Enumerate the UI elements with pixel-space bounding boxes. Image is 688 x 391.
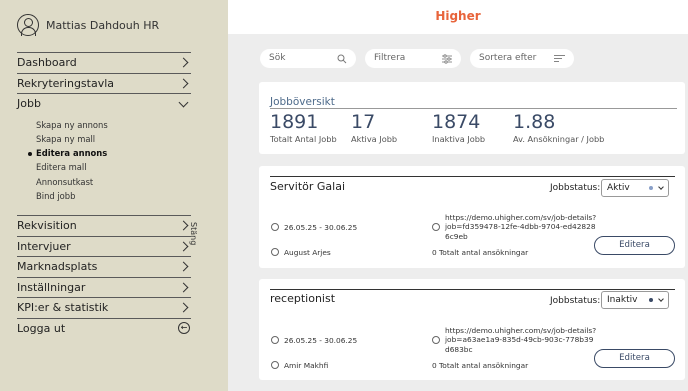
job-status-label: Jobbstatus: bbox=[550, 296, 601, 306]
search-input[interactable]: Sök bbox=[260, 49, 356, 68]
chevron-right-icon bbox=[178, 282, 189, 293]
sort-button[interactable]: Sortera efter bbox=[470, 49, 574, 68]
user-icon bbox=[271, 361, 279, 369]
job-title: receptionist bbox=[270, 292, 336, 305]
user-name: Mattias Dahdouh HR bbox=[46, 18, 160, 32]
edit-button[interactable]: Editera bbox=[594, 236, 675, 255]
stat-avg-applications: 1.88 Av. Ansökningar / Jobb bbox=[513, 111, 604, 144]
chevron-right-icon bbox=[178, 57, 189, 68]
user-avatar-icon bbox=[17, 14, 39, 36]
nav-logout-label: Logga ut bbox=[17, 321, 66, 335]
stat-inactive: 1874 Inaktiva Jobb bbox=[432, 111, 485, 144]
calendar-icon bbox=[271, 223, 279, 231]
link-icon bbox=[432, 223, 440, 231]
status-dot-icon bbox=[649, 186, 653, 190]
nav-rekvisition[interactable]: Rekvisition bbox=[17, 215, 191, 236]
link-icon bbox=[432, 336, 440, 344]
stat-inactive-label: Inaktiva Jobb bbox=[432, 134, 486, 144]
user-icon bbox=[271, 248, 279, 256]
stat-active: 17 Aktiva Jobb bbox=[351, 111, 397, 144]
chevron-right-icon bbox=[178, 261, 189, 272]
job-status-label: Jobbstatus: bbox=[550, 183, 601, 193]
stat-inactive-value: 1874 bbox=[432, 111, 481, 133]
nav-intervjuer-label: Intervjuer bbox=[17, 239, 71, 253]
job-applications: 0 Totalt antal ansökningar bbox=[432, 361, 529, 370]
chevron-right-icon bbox=[178, 302, 189, 313]
nav-dashboard[interactable]: Dashboard bbox=[17, 52, 191, 73]
chevron-down-icon bbox=[658, 184, 664, 190]
nav-rekryteringstavla-label: Rekryteringstavla bbox=[17, 76, 115, 90]
chevron-down-icon bbox=[658, 296, 664, 302]
sidebar-close-toggle[interactable]: Stäng bbox=[189, 222, 198, 245]
filter-label: Filtrera bbox=[374, 53, 406, 63]
job-status-value: Inaktiv bbox=[607, 295, 638, 305]
job-applications: 0 Totalt antal ansökningar bbox=[432, 248, 529, 257]
logout-arrow-icon: ← bbox=[178, 322, 190, 335]
jobb-submenu: Skapa ny annons Skapa ny mall Editera an… bbox=[17, 114, 191, 204]
job-title: Servitör Galai bbox=[270, 180, 346, 193]
nav-rekryteringstavla[interactable]: Rekryteringstavla bbox=[17, 72, 191, 94]
nav-installningar-label: Inställningar bbox=[17, 280, 86, 294]
job-url[interactable]: https://demo.uhigher.com/sv/job-details?… bbox=[445, 213, 597, 241]
nav-kpi-statistik[interactable]: KPI:er & statistik bbox=[17, 297, 191, 318]
nav-jobb-label: Jobb bbox=[17, 97, 41, 111]
nav-jobb[interactable]: Jobb bbox=[17, 93, 191, 114]
chevron-right-icon bbox=[178, 241, 189, 252]
calendar-icon bbox=[271, 336, 279, 344]
job-divider bbox=[270, 176, 675, 177]
overview-divider bbox=[270, 108, 677, 109]
job-owner: Amir Makhfi bbox=[284, 361, 329, 370]
filter-button[interactable]: Filtrera bbox=[365, 49, 461, 68]
stat-active-label: Aktiva Jobb bbox=[351, 134, 398, 144]
nav-rekvisition-label: Rekvisition bbox=[17, 219, 77, 233]
topbar: Higher bbox=[228, 0, 688, 34]
sub-editera-mall[interactable]: Editera mall bbox=[36, 160, 191, 174]
sort-icon bbox=[554, 55, 565, 62]
nav-kpi-statistik-label: KPI:er & statistik bbox=[17, 301, 109, 315]
sub-skapa-ny-mall[interactable]: Skapa ny mall bbox=[36, 132, 191, 146]
edit-button[interactable]: Editera bbox=[594, 349, 675, 368]
job-dates: 26.05.25 - 30.06.25 bbox=[284, 336, 358, 345]
job-card: Servitör Galai Jobbstatus: Aktiv 26.05.2… bbox=[259, 166, 685, 268]
nav-installningar[interactable]: Inställningar bbox=[17, 276, 191, 298]
sub-editera-annons[interactable]: Editera annons bbox=[28, 146, 191, 160]
sub-annonsutkast[interactable]: Annonsutkast bbox=[36, 175, 191, 189]
sub-bind-jobb[interactable]: Bind jobb bbox=[36, 189, 191, 203]
nav-marknadsplats-label: Marknadsplats bbox=[17, 260, 98, 274]
stat-active-value: 17 bbox=[351, 111, 376, 133]
search-icon bbox=[337, 54, 347, 64]
nav-logout[interactable]: Logga ut ← bbox=[17, 317, 191, 339]
sort-label: Sortera efter bbox=[479, 53, 537, 63]
job-owner: August Arjes bbox=[284, 248, 331, 257]
nav-intervjuer[interactable]: Intervjuer bbox=[17, 235, 191, 257]
stat-total-label: Totalt Antal Jobb bbox=[270, 134, 337, 144]
job-status-select[interactable]: Aktiv bbox=[601, 179, 669, 197]
nav-dashboard-label: Dashboard bbox=[17, 56, 77, 70]
status-dot-icon bbox=[649, 298, 653, 302]
job-divider bbox=[270, 289, 675, 290]
stat-total-value: 1891 bbox=[270, 111, 319, 133]
stat-total: 1891 Totalt Antal Jobb bbox=[270, 111, 337, 144]
higher-logo: Higher bbox=[435, 9, 481, 23]
job-overview-card: Jobböversikt 1891 Totalt Antal Jobb 17 A… bbox=[259, 82, 685, 154]
job-status-value: Aktiv bbox=[607, 183, 630, 193]
sidebar-nav-bottom: Rekvisition Intervjuer Marknadsplats Ins… bbox=[17, 215, 191, 338]
overview-title: Jobböversikt bbox=[270, 96, 335, 108]
filter-sliders-icon bbox=[442, 54, 452, 64]
chevron-right-icon bbox=[178, 78, 189, 89]
sidebar: Mattias Dahdouh HR Dashboard Rekrytering… bbox=[0, 0, 228, 391]
job-url[interactable]: https://demo.uhigher.com/sv/job-details?… bbox=[445, 326, 597, 354]
job-dates: 26.05.25 - 30.06.25 bbox=[284, 223, 358, 232]
chevron-down-icon bbox=[178, 97, 189, 108]
sidebar-nav: Dashboard Rekryteringstavla Jobb Skapa n… bbox=[17, 52, 191, 203]
sub-skapa-ny-annons[interactable]: Skapa ny annons bbox=[36, 118, 191, 132]
job-card: receptionist Jobbstatus: Inaktiv 26.05.2… bbox=[259, 279, 685, 380]
stat-avg-value: 1.88 bbox=[513, 111, 556, 133]
job-status-select[interactable]: Inaktiv bbox=[601, 291, 669, 309]
user-profile[interactable]: Mattias Dahdouh HR bbox=[17, 14, 159, 36]
stat-avg-label: Av. Ansökningar / Jobb bbox=[513, 134, 605, 144]
chevron-right-icon bbox=[178, 220, 189, 231]
search-placeholder: Sök bbox=[269, 53, 286, 63]
nav-marknadsplats[interactable]: Marknadsplats bbox=[17, 256, 191, 277]
